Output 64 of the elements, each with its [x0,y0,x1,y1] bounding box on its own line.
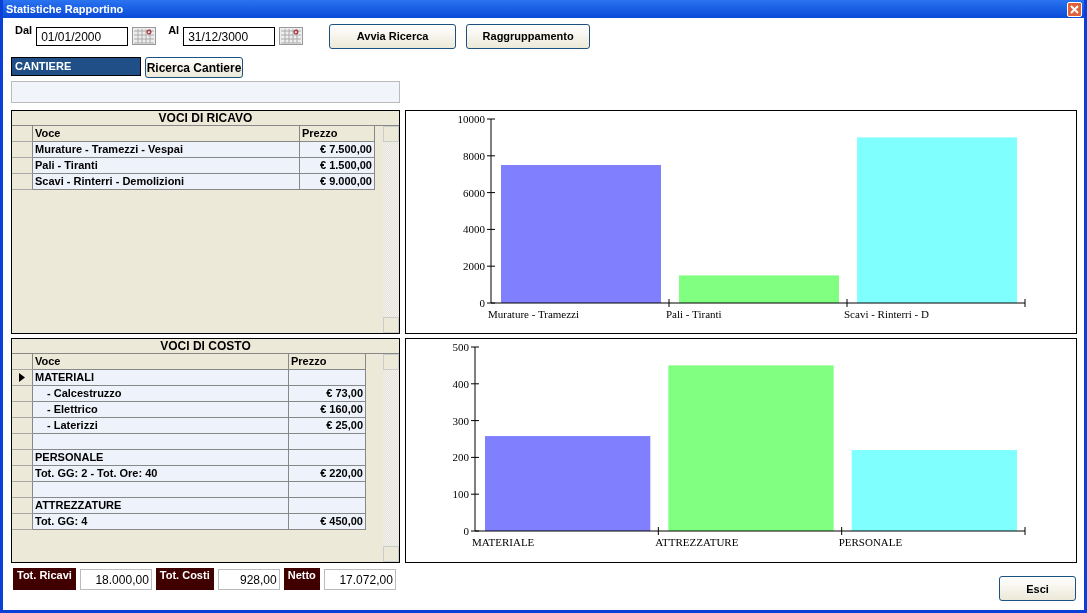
total-field: 928,00 [217,569,280,590]
category-label: Pali - Tiranti [666,308,722,320]
input-field[interactable] [11,81,400,103]
column-header: Prezzo [300,126,375,142]
table-cell: - Laterizzi [33,418,289,434]
grouping-button[interactable]: Raggruppamento [466,23,591,49]
date-field[interactable]: 31/12/3000 [183,26,276,46]
search-site-button[interactable]: Ricerca Cantiere [145,57,243,78]
tick-label: 4000 [463,223,485,236]
category-label: Murature - Tramezzi [488,308,580,320]
tick-label: 500 [452,341,469,353]
tick-label: 300 [452,414,469,427]
current-row-icon [19,373,25,382]
tick-label: 200 [452,451,469,464]
tick-label: 6000 [463,186,485,199]
table-cell: € 220,00 [289,466,366,482]
field-label: CANTIERE [11,57,141,76]
tick-label: 100 [452,488,469,501]
window-title: Statistiche Rapportino [6,3,124,15]
tick-label: 0 [479,297,485,309]
table-cell: Tot. GG: 2 - Tot. Ore: 40 [33,466,289,482]
table-cell: Murature - Tramezzi - Vespai [33,142,300,158]
table-cell: € 9.000,00 [300,174,375,190]
tick-label: 10000 [457,113,485,125]
total-field: 18.000,00 [79,569,152,590]
field-label: Al [168,24,180,36]
tick-label: 400 [452,377,469,390]
scrollbar[interactable] [383,354,399,562]
exit-button[interactable]: Esci [999,576,1076,601]
table-cell: € 160,00 [289,402,366,418]
tick-label: 8000 [463,149,485,162]
table-cell: - Calcestruzzo [33,386,289,402]
column-header: Prezzo [289,354,366,370]
total-label: Netto [283,568,320,590]
category-label: ATTREZZATURE [655,536,739,548]
table-cell: PERSONALE [33,450,289,466]
category-label: Scavi - Rinterri - D [844,308,929,320]
calendar-icon[interactable] [132,27,157,45]
table-cell: MATERIALI [33,370,289,386]
tick-label: 0 [463,525,469,537]
table-cell: € 73,00 [289,386,366,402]
calendar-icon[interactable] [279,27,304,45]
table-cell: Pali - Tiranti [33,158,300,174]
close-icon[interactable] [1067,1,1082,17]
category-label: MATERIALE [472,536,535,548]
total-label: Tot. Ricavi [13,568,76,590]
column-header: Voce [33,126,300,142]
table-cell: Tot. GG: 4 [33,514,289,530]
table-cell: € 25,00 [289,418,366,434]
table-cell: € 450,00 [289,514,366,530]
table-cell: € 1.500,00 [300,158,375,174]
table-cell: ATTREZZATURE [33,498,289,514]
total-field: 17.072,00 [323,569,396,590]
table-cell: € 7.500,00 [300,142,375,158]
search-button[interactable]: Avvia Ricerca [329,23,457,49]
table-cell: - Elettrico [33,402,289,418]
column-header: Voce [33,354,289,370]
table-cell: Scavi - Rinterri - Demolizioni [33,174,300,190]
field-label: Dal [15,24,33,36]
tick-label: 2000 [463,260,485,273]
total-label: Tot. Costi [155,568,214,590]
scrollbar[interactable] [383,126,399,333]
category-label: PERSONALE [838,536,903,548]
date-field[interactable]: 01/01/2000 [36,26,129,46]
